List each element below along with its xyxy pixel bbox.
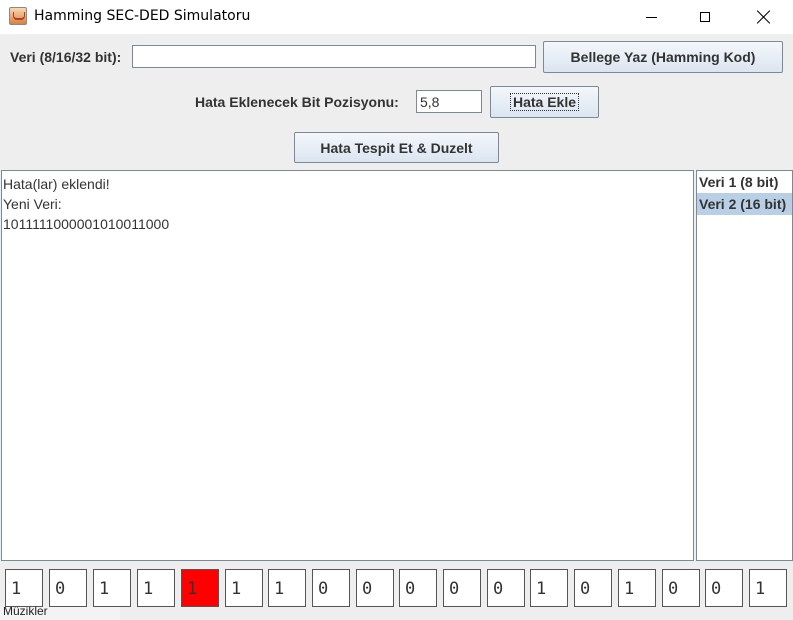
memory-list[interactable]: Veri 1 (8 bit) Veri 2 (16 bit) (696, 170, 793, 561)
bit-cell[interactable]: 1 (618, 569, 656, 607)
close-icon (757, 10, 771, 24)
add-error-button[interactable]: Hata Ekle (490, 86, 599, 118)
minimize-icon (645, 16, 657, 18)
bit-cell[interactable]: 0 (705, 569, 743, 607)
bit-cell[interactable]: 0 (399, 569, 437, 607)
data-input-field[interactable] (132, 45, 536, 68)
java-app-icon (9, 7, 27, 25)
bit-cell[interactable]: 1 (93, 569, 131, 607)
output-text-area[interactable]: Hata(lar) eklendi! Yeni Veri: 1011111000… (1, 170, 694, 561)
output-line: Yeni Veri: (3, 196, 62, 212)
bit-cell[interactable]: 1 (225, 569, 263, 607)
add-error-label: Hata Ekle (509, 93, 580, 111)
detect-correct-label: Hata Tespit Et & Duzelt (320, 139, 473, 156)
memory-list-item[interactable]: Veri 1 (8 bit) (697, 171, 792, 193)
bit-cell[interactable]: 1 (749, 569, 787, 607)
minimize-button[interactable] (628, 0, 674, 34)
bit-cell[interactable]: 1 (530, 569, 568, 607)
write-to-memory-label: Bellege Yaz (Hamming Kod) (570, 49, 756, 65)
title-bar: Hamming SEC-DED Simulatoru (0, 0, 793, 34)
bit-cell[interactable]: 0 (662, 569, 700, 607)
output-line: Hata(lar) eklendi! (3, 176, 110, 192)
bit-cell[interactable]: 0 (356, 569, 394, 607)
bit-cell-error[interactable]: 1 (181, 569, 219, 607)
bit-cell[interactable]: 0 (443, 569, 481, 607)
bit-cell[interactable]: 0 (49, 569, 87, 607)
data-input-label: Veri (8/16/32 bit): (10, 49, 122, 65)
close-button[interactable] (741, 0, 787, 34)
bit-cell[interactable]: 1 (5, 569, 43, 607)
detect-correct-button[interactable]: Hata Tespit Et & Duzelt (294, 132, 499, 163)
bit-cell[interactable]: 0 (574, 569, 612, 607)
bit-cell[interactable]: 1 (137, 569, 175, 607)
output-line: 1011111000001010011000 (3, 216, 170, 232)
bit-cell[interactable]: 1 (268, 569, 306, 607)
write-to-memory-button[interactable]: Bellege Yaz (Hamming Kod) (543, 41, 783, 73)
error-position-field[interactable] (416, 90, 482, 113)
bit-cells-row: 101111100000101001 (0, 563, 793, 620)
error-position-label: Hata Eklenecek Bit Pozisyonu: (195, 94, 399, 110)
window-title: Hamming SEC-DED Simulatoru (34, 8, 251, 24)
bit-cell[interactable]: 0 (487, 569, 525, 607)
maximize-icon (700, 12, 710, 22)
memory-list-item-selected[interactable]: Veri 2 (16 bit) (697, 193, 792, 215)
bit-cell[interactable]: 0 (312, 569, 350, 607)
maximize-button[interactable] (682, 0, 728, 34)
